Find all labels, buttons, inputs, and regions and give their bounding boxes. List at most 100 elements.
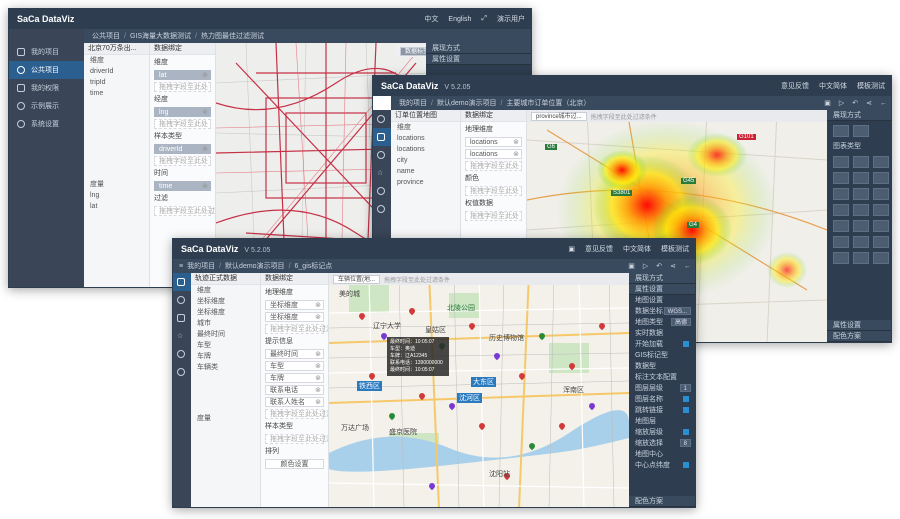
save-icon[interactable]: ▣ [824,99,831,107]
nav-star[interactable]: ☆ [173,327,191,345]
field-coord-2[interactable]: 坐标维度 [191,307,260,318]
menu-icon[interactable]: ≡ [179,263,183,270]
nav-shield[interactable] [173,309,191,327]
display-mode-header[interactable]: 展现方式 [426,43,531,54]
chart-type-thumb[interactable] [833,220,849,232]
drop-zone[interactable]: 拖拽字段至此处过滤条件 [265,434,328,444]
chart-type-thumb[interactable] [853,220,869,232]
coord-select[interactable]: WGS... [663,307,691,315]
bound-tip[interactable]: 车牌 ⊗ [265,373,324,383]
crumb-1[interactable]: 我的项目 [399,98,427,108]
field-vehicle-class[interactable]: 车辆类 [191,362,260,373]
field-driverid[interactable]: driverId [84,66,149,77]
zoom-select[interactable]: 8 [679,439,691,447]
drop-zone[interactable]: 拖拽字段至此处 [465,161,522,171]
drop-zone[interactable]: 拖拽字段至此处 [154,156,211,166]
chart-type-thumb[interactable] [833,236,849,248]
bound-tip[interactable]: 联系人姓名 ⊗ [265,397,324,407]
nav-monitor[interactable] [173,273,191,291]
lang-select[interactable]: 中文简体 [623,244,651,254]
field-locations-2[interactable]: locations [391,144,460,155]
field-city[interactable]: city [391,155,460,166]
drop-zone[interactable]: 拖拽字段至此处 [154,82,211,92]
field-last-time[interactable]: 最终时间 [191,329,260,340]
map-marker[interactable] [447,401,457,411]
share-icon[interactable]: ⋖ [866,99,872,107]
map-type-select[interactable]: 高德 [670,318,691,326]
drop-zone[interactable]: 拖拽字段至此处 [465,211,522,221]
chart-type-thumb[interactable] [873,156,889,168]
marker-map[interactable]: 美的城 辽宁大学 北陵公园 皇姑区 铁西区 沈河区 大东区 浑南区 万达广场 盛… [329,273,629,507]
feedback-link[interactable]: 意见反馈 [781,81,809,91]
user-menu[interactable]: 模板测试 [661,244,689,254]
map-marker[interactable] [407,306,417,316]
attr-settings-header[interactable]: 属性设置 [827,320,891,331]
layer-level-input[interactable]: 1 [679,384,691,392]
chart-type-thumb[interactable] [873,204,889,216]
field-plate[interactable]: 车牌 [191,351,260,362]
drop-zone[interactable]: 拖拽字段至此处过滤条件 [265,324,328,334]
map-marker[interactable] [387,411,397,421]
chart-type-thumb[interactable] [873,236,889,248]
chart-type-thumb[interactable] [873,252,889,264]
chart-type-thumb[interactable] [833,188,849,200]
expand-icon[interactable]: ⤢ [481,15,487,23]
display-mode-header[interactable]: 展现方式 [629,273,695,284]
crumb-1[interactable]: 公共项目 [92,31,120,41]
bound-lat[interactable]: lat ⊗ [154,70,211,80]
drop-zone[interactable]: 拖拽字段至此处 [154,119,211,129]
drop-zone[interactable]: 拖拽字段至此处过滤条件 [265,409,328,419]
jump-link-checkbox[interactable] [683,407,689,413]
feedback-link[interactable]: 意见反馈 [585,244,613,254]
bound-geo2[interactable]: 坐标维度 ⊗ [265,312,324,322]
chart-type-thumb[interactable] [833,252,849,264]
bound-tip[interactable]: 最终时间 ⊗ [265,349,324,359]
map-marker[interactable] [517,371,527,381]
field-car-type[interactable]: 车型 [191,340,260,351]
chart-type-thumb[interactable] [873,220,889,232]
map-marker[interactable] [427,481,437,491]
bound-time[interactable]: time ⊗ [154,181,211,191]
field-locations[interactable]: locations [391,133,460,144]
crumb-2[interactable]: 默认demo演示项目 [437,98,497,108]
bound-loc2[interactable]: locations ⊗ [465,149,522,159]
map-marker[interactable] [557,421,567,431]
map-marker[interactable] [417,391,427,401]
field-coord[interactable]: 坐标维度 [191,296,260,307]
map-marker[interactable] [492,351,502,361]
lang-select[interactable]: 中文简体 [819,81,847,91]
back-icon[interactable]: ← [880,100,887,107]
chart-type-thumb[interactable] [853,204,869,216]
save-icon[interactable]: ▣ [568,245,575,253]
map-marker[interactable] [597,321,607,331]
field-lat[interactable]: lat [84,201,149,212]
nav-play[interactable] [173,345,191,363]
bound-tip[interactable]: 车型 ⊗ [265,361,324,371]
nav-gear[interactable] [173,363,191,381]
map-marker[interactable] [537,331,547,341]
display-mode-header[interactable]: 展现方式 [827,110,891,121]
chart-type-thumb[interactable] [873,172,889,184]
color-settings-button[interactable]: 颜色设置 [265,459,324,469]
layer-name-checkbox[interactable] [683,396,689,402]
map-marker[interactable] [567,361,577,371]
play-icon[interactable]: ▷ [643,262,648,270]
center-checkbox[interactable] [683,462,689,468]
nav-play[interactable] [373,182,391,200]
user-menu[interactable]: 演示用户 [497,14,525,24]
chart-type-thumb[interactable] [853,125,869,137]
bound-tip[interactable]: 联系电话 ⊗ [265,385,324,395]
map-marker[interactable] [527,441,537,451]
chart-type-thumb[interactable] [873,188,889,200]
user-menu[interactable]: 模板测试 [857,81,885,91]
bound-geo1[interactable]: 坐标维度 ⊗ [265,300,324,310]
map-marker[interactable] [587,401,597,411]
map-marker[interactable] [477,421,487,431]
chart-type-thumb[interactable] [853,252,869,264]
attr-settings-header[interactable]: 属性设置 [629,284,695,295]
play-icon[interactable]: ▷ [839,99,844,107]
map-tab[interactable]: 数据标签 [400,46,426,56]
crumb-1[interactable]: 我的项目 [187,261,215,271]
nav-examples[interactable]: 示例展示 [9,97,84,115]
field-province[interactable]: province [391,177,460,188]
